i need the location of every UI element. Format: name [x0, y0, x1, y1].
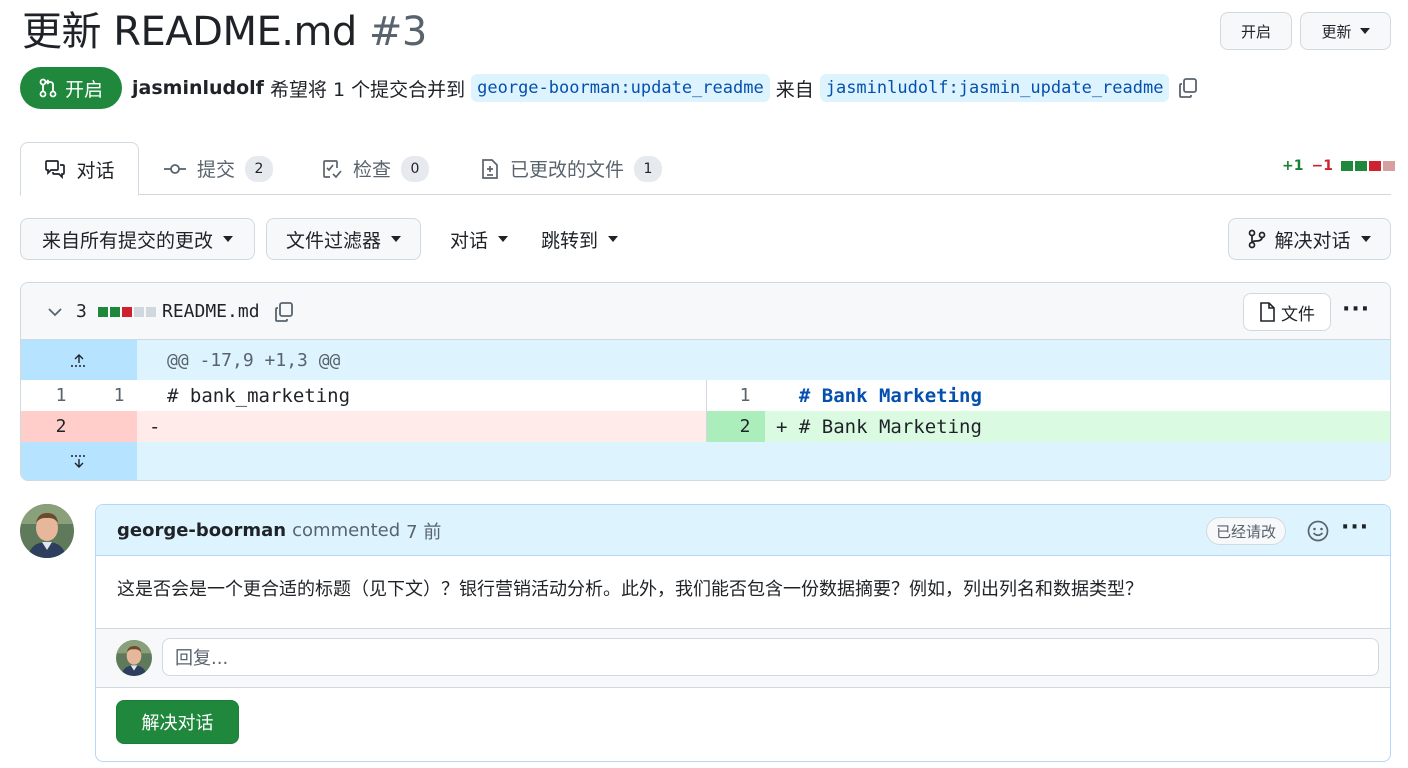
kebab-menu-icon[interactable]: ···	[1342, 297, 1370, 322]
changes-from-label: 来自所有提交的更改	[41, 229, 213, 252]
file-change-count: 3	[76, 301, 87, 322]
comment-action: commented	[292, 520, 401, 541]
resolve-conversations-dropdown[interactable]: 解决对话	[1228, 218, 1391, 260]
pr-title-text: 更新 README.md	[22, 9, 357, 55]
tab-conversation-label: 对话	[76, 159, 115, 182]
conversations-label: 对话	[450, 229, 489, 252]
pr-state-badge: 开启	[20, 67, 122, 109]
right-added-line: + # Bank Marketing	[776, 415, 982, 438]
conversations-dropdown[interactable]: 对话	[450, 218, 509, 260]
file-header: 3 README.md 文件 ···	[21, 283, 1390, 340]
changes-from-dropdown[interactable]: 来自所有提交的更改	[20, 218, 255, 260]
old-line-number[interactable]: 2	[41, 411, 81, 442]
comment-meta: george-boorman commented 7 前	[117, 505, 441, 556]
copy-path-icon[interactable]	[273, 283, 295, 340]
page-title: 更新 README.md #3	[22, 6, 427, 58]
expand-up-icon[interactable]	[21, 340, 137, 380]
left-removed-line: -	[149, 415, 161, 438]
update-dropdown-button[interactable]: 更新	[1300, 12, 1391, 50]
comment-body: 这是否会是一个更合适的标题（见下文）？银行营销活动分析。此外，我们能否包含一份数…	[117, 579, 1143, 600]
git-branch-icon	[1249, 229, 1266, 249]
diff-row: 1 1 # bank_marketing 1 # Bank Marketing	[21, 380, 1390, 411]
diffstat: +1 −1	[1282, 158, 1395, 174]
checklist-icon	[323, 159, 342, 178]
jump-to-dropdown[interactable]: 跳转到	[541, 218, 619, 260]
collapse-chevron-icon[interactable]	[47, 283, 63, 340]
pr-tabs: 对话 提交 2 检查 0 已更改的文件 1	[20, 142, 1391, 196]
merge-text: 希望将 1 个提交合并到	[269, 78, 466, 101]
chevron-down-icon	[498, 236, 509, 242]
file-filter-dropdown[interactable]: 文件过滤器	[266, 218, 421, 260]
files-counter: 1	[634, 155, 663, 182]
view-file-button[interactable]: 文件	[1243, 293, 1331, 331]
checks-counter: 0	[401, 155, 430, 182]
reply-input[interactable]: 回复...	[162, 638, 1379, 676]
right-code-line: # Bank Marketing	[776, 384, 982, 407]
git-commit-icon	[164, 163, 186, 174]
tab-files-label: 已更改的文件	[510, 159, 625, 181]
tab-conversation[interactable]: 对话	[20, 142, 139, 196]
hunk-header-row: @@ -17,9 +1,3 @@	[21, 340, 1390, 380]
reply-area: 回复...	[96, 628, 1390, 688]
chevron-down-icon	[1359, 28, 1370, 34]
copy-icon[interactable]	[1177, 77, 1199, 99]
resolve-conversations-label: 解决对话	[1274, 229, 1351, 252]
comment-author[interactable]: george-boorman	[117, 520, 286, 541]
file-icon	[1260, 302, 1275, 322]
right-line-number[interactable]: 1	[725, 380, 765, 411]
expand-down-row	[21, 442, 1390, 480]
right-line-number[interactable]: 2	[725, 411, 765, 442]
tab-commits-label: 提交	[197, 159, 236, 181]
head-branch[interactable]: jasminludolf:jasmin_update_readme	[819, 74, 1170, 102]
pr-number: #3	[368, 9, 427, 55]
tab-commits[interactable]: 提交 2	[163, 142, 274, 195]
new-line-number[interactable]: 1	[99, 380, 139, 411]
comment-time[interactable]: 7 前	[406, 518, 441, 544]
tab-checks[interactable]: 检查 0	[321, 142, 430, 195]
tab-files-changed[interactable]: 已更改的文件 1	[480, 142, 663, 195]
left-code-line: # bank_marketing	[167, 384, 351, 407]
file-diff: 3 README.md 文件 ··· @@ -17,9 +1,3 @@ 1 1 …	[20, 282, 1391, 481]
update-button-label: 更新	[1321, 22, 1352, 41]
reply-avatar	[116, 640, 152, 676]
commits-counter: 2	[245, 155, 274, 182]
chevron-down-icon	[1360, 236, 1371, 242]
diffstat-bars	[1340, 161, 1395, 174]
comment-header: george-boorman commented 7 前 已经请改 ···	[96, 505, 1390, 556]
file-diffstat-bars	[98, 283, 156, 340]
chevron-down-icon	[608, 236, 619, 242]
open-button[interactable]: 开启	[1220, 12, 1292, 50]
file-name[interactable]: README.md	[162, 283, 260, 340]
pr-author-link[interactable]: jasminludolf	[132, 77, 264, 99]
view-file-label: 文件	[1281, 304, 1315, 325]
avatar[interactable]	[20, 504, 74, 558]
hunk-header-text: @@ -17,9 +1,3 @@	[167, 349, 341, 371]
open-button-label: 开启	[1240, 22, 1271, 41]
diff-row-changed: 2 - 2 + # Bank Marketing	[21, 411, 1390, 442]
base-branch[interactable]: george-boorman:update_readme	[471, 74, 770, 102]
pr-meta: jasminludolf 希望将 1 个提交合并到 george-boorman…	[132, 70, 1199, 106]
pr-state-label: 开启	[64, 78, 103, 101]
chevron-down-icon	[391, 236, 401, 242]
file-diff-icon	[482, 158, 498, 179]
old-line-number[interactable]: 1	[41, 380, 81, 411]
expand-down-icon[interactable]	[21, 442, 137, 480]
resolve-conversation-button[interactable]: 解决对话	[116, 700, 239, 744]
comment-discussion-icon	[45, 160, 66, 179]
diffstat-added: +1	[1282, 158, 1304, 174]
jump-to-label: 跳转到	[541, 229, 599, 252]
chevron-down-icon	[223, 236, 233, 242]
diffstat-removed: −1	[1311, 158, 1333, 174]
review-comment: george-boorman commented 7 前 已经请改 ··· 这是…	[95, 504, 1391, 762]
comment-kebab-menu-icon[interactable]: ···	[1341, 515, 1369, 540]
edited-badge[interactable]: 已经请改	[1206, 517, 1287, 545]
smiley-icon[interactable]	[1306, 519, 1330, 547]
file-filter-label: 文件过滤器	[285, 229, 381, 252]
from-text: 来自	[775, 78, 814, 101]
git-pull-request-icon	[39, 78, 57, 98]
tab-checks-label: 检查	[353, 159, 392, 181]
